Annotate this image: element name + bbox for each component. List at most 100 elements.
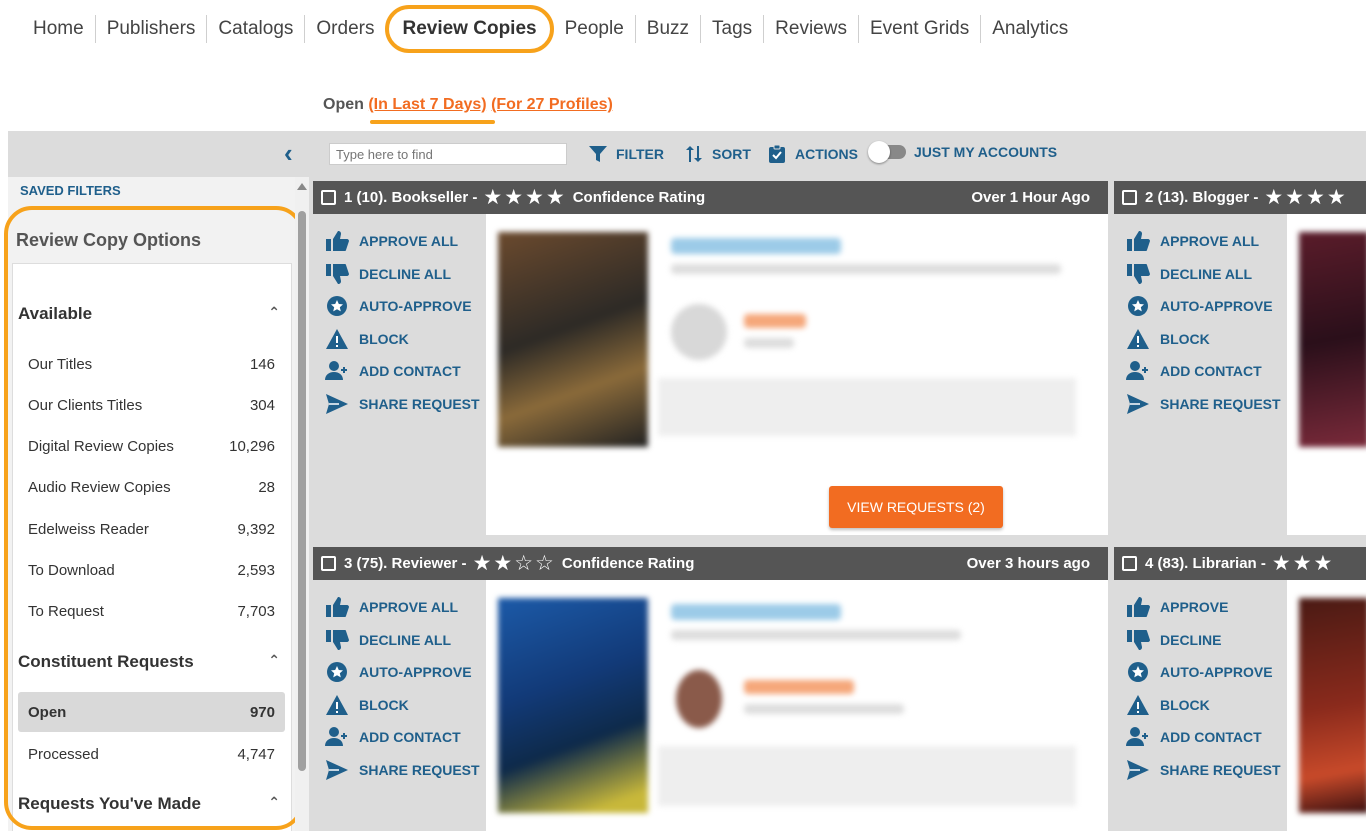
nav-home[interactable]: Home: [22, 15, 95, 43]
add-contact-button[interactable]: ADD CONTACT: [325, 721, 480, 754]
block-button[interactable]: BLOCK: [325, 323, 480, 356]
nav-orders[interactable]: Orders: [304, 15, 385, 43]
search-input[interactable]: [329, 143, 567, 165]
action-label: DECLINE: [1160, 631, 1222, 648]
nav-buzz[interactable]: Buzz: [634, 15, 700, 43]
share-request-button[interactable]: SHARE REQUEST: [1126, 388, 1281, 421]
card-title: 4 (83). Librarian -: [1145, 555, 1266, 572]
approve-all-button[interactable]: APPROVE ALL: [325, 225, 480, 258]
item-count: 304: [249, 396, 275, 414]
actions-button[interactable]: ACTIONS: [767, 144, 858, 164]
sidebar-item-edelweiss-reader[interactable]: Edelweiss Reader 9,392: [18, 511, 285, 547]
item-label: Digital Review Copies: [28, 437, 174, 455]
blurred-name: [744, 680, 854, 694]
share-request-button[interactable]: SHARE REQUEST: [325, 754, 480, 787]
decline-all-button[interactable]: DECLINE ALL: [325, 624, 480, 657]
thumbs-up-icon: [1126, 230, 1150, 252]
book-cover[interactable]: [498, 232, 648, 447]
item-label: To Request: [28, 602, 104, 620]
add-contact-button[interactable]: ADD CONTACT: [1126, 355, 1281, 388]
scroll-up-icon[interactable]: [297, 183, 307, 190]
view-requests-button[interactable]: VIEW REQUESTS (2): [829, 486, 1003, 528]
item-label: Processed: [28, 745, 99, 763]
action-label: SHARE REQUEST: [1160, 761, 1281, 778]
action-label: ADD CONTACT: [359, 729, 461, 746]
just-my-accounts-toggle[interactable]: JUST MY ACCOUNTS: [868, 141, 1057, 163]
approve-button[interactable]: APPROVE: [1126, 591, 1281, 624]
section-title: Requests You've Made: [18, 794, 201, 813]
sidebar-item-digital-review-copies[interactable]: Digital Review Copies 10,296: [18, 428, 285, 464]
card-checkbox[interactable]: [321, 190, 336, 205]
book-cover[interactable]: [1299, 232, 1366, 447]
chevron-up-icon: ⌃: [268, 794, 280, 810]
approve-all-button[interactable]: APPROVE ALL: [325, 591, 480, 624]
sidebar-item-our-titles[interactable]: Our Titles 146: [18, 346, 285, 382]
chevron-up-icon: ⌃: [268, 304, 280, 320]
filter-button[interactable]: FILTER: [588, 144, 664, 164]
sidebar-item-to-download[interactable]: To Download 2,593: [18, 552, 285, 588]
section-requests-made[interactable]: Requests You've Made ⌃: [18, 794, 288, 814]
sidebar-item-our-clients-titles[interactable]: Our Clients Titles 304: [18, 387, 285, 423]
card-header: 3 (75). Reviewer - ★★☆☆ Confidence Ratin…: [313, 547, 1108, 580]
card-actions: APPROVE DECLINE AUTO-APPROVE BLOCK ADD C…: [1126, 591, 1281, 786]
top-nav: Home Publishers Catalogs Orders Review C…: [22, 5, 1079, 53]
saved-filters-link[interactable]: SAVED FILTERS: [8, 177, 295, 211]
section-constituent-requests[interactable]: Constituent Requests ⌃: [18, 652, 288, 672]
card-content: [1287, 580, 1366, 831]
blurred-name: [744, 314, 806, 328]
send-icon: [325, 759, 349, 781]
book-cover[interactable]: [1299, 598, 1366, 813]
block-button[interactable]: BLOCK: [1126, 323, 1281, 356]
star-circle-icon: [1126, 295, 1150, 317]
block-button[interactable]: BLOCK: [1126, 689, 1281, 722]
decline-all-button[interactable]: DECLINE ALL: [325, 258, 480, 291]
approve-all-button[interactable]: APPROVE ALL: [1126, 225, 1281, 258]
auto-approve-button[interactable]: AUTO-APPROVE: [325, 656, 480, 689]
item-count: 7,703: [237, 602, 275, 620]
nav-catalogs[interactable]: Catalogs: [206, 15, 304, 43]
card-checkbox[interactable]: [1122, 556, 1137, 571]
add-contact-button[interactable]: ADD CONTACT: [325, 355, 480, 388]
action-label: APPROVE ALL: [359, 233, 459, 250]
card-checkbox[interactable]: [321, 556, 336, 571]
decline-all-button[interactable]: DECLINE ALL: [1126, 258, 1281, 291]
action-label: APPROVE ALL: [359, 599, 459, 616]
nav-people[interactable]: People: [554, 15, 635, 43]
nav-event-grids[interactable]: Event Grids: [857, 15, 980, 43]
auto-approve-button[interactable]: AUTO-APPROVE: [1126, 656, 1281, 689]
action-label: APPROVE ALL: [1160, 233, 1260, 250]
nav-reviews[interactable]: Reviews: [763, 15, 858, 43]
section-available[interactable]: Available ⌃: [18, 304, 288, 324]
sidebar-item-processed[interactable]: Processed 4,747: [18, 736, 285, 772]
thumbs-down-icon: [325, 263, 349, 285]
sort-button[interactable]: SORT: [684, 144, 751, 164]
sidebar-item-audio-review-copies[interactable]: Audio Review Copies 28: [18, 469, 285, 505]
profiles-link[interactable]: (For 27 Profiles): [491, 96, 613, 113]
sidebar-item-open[interactable]: Open 970: [18, 692, 285, 732]
toggle-switch[interactable]: [868, 141, 906, 163]
chevron-left-icon[interactable]: ‹: [284, 140, 293, 166]
nav-review-copies[interactable]: Review Copies: [385, 5, 554, 53]
nav-tags[interactable]: Tags: [700, 15, 763, 43]
share-request-button[interactable]: SHARE REQUEST: [1126, 754, 1281, 787]
blurred-text: [671, 630, 961, 640]
sidebar-scrollbar[interactable]: [295, 177, 309, 831]
date-range-link[interactable]: (In Last 7 Days): [368, 96, 486, 113]
nav-publishers[interactable]: Publishers: [94, 15, 207, 43]
book-cover[interactable]: [498, 598, 648, 813]
decline-button[interactable]: DECLINE: [1126, 624, 1281, 657]
scroll-thumb[interactable]: [298, 211, 306, 771]
nav-analytics[interactable]: Analytics: [980, 15, 1079, 43]
auto-approve-button[interactable]: AUTO-APPROVE: [1126, 290, 1281, 323]
add-contact-button[interactable]: ADD CONTACT: [1126, 721, 1281, 754]
card-actions: APPROVE ALL DECLINE ALL AUTO-APPROVE BLO…: [1126, 225, 1281, 420]
card-checkbox[interactable]: [1122, 190, 1137, 205]
share-request-button[interactable]: SHARE REQUEST: [325, 388, 480, 421]
card-content: [486, 580, 1108, 831]
item-count: 970: [249, 703, 275, 721]
block-button[interactable]: BLOCK: [325, 689, 480, 722]
action-label: AUTO-APPROVE: [359, 664, 472, 681]
auto-approve-button[interactable]: AUTO-APPROVE: [325, 290, 480, 323]
request-card: 1 (10). Bookseller - ★★★★ Confidence Rat…: [313, 181, 1108, 535]
sidebar-item-to-request[interactable]: To Request 7,703: [18, 593, 285, 629]
